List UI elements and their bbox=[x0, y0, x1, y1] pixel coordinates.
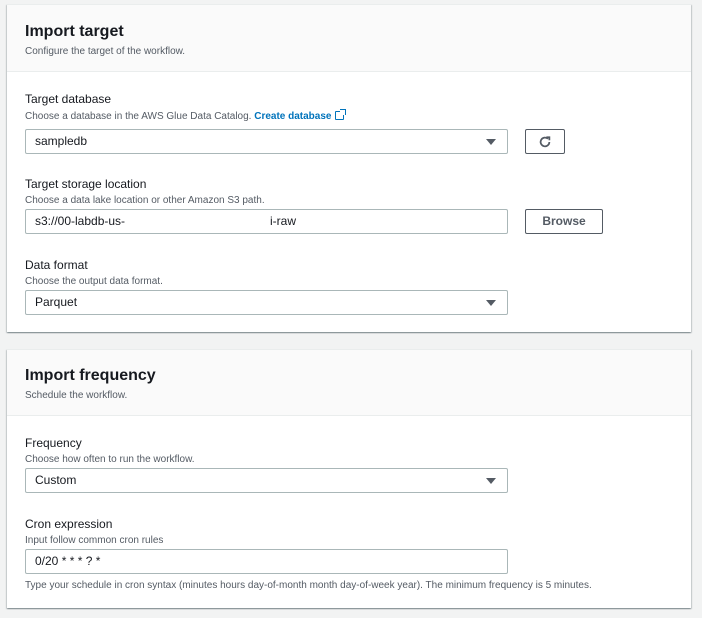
cron-hint: Type your schedule in cron syntax (minut… bbox=[25, 580, 592, 591]
target-database-field: Target database Choose a database in the… bbox=[25, 92, 347, 122]
create-database-link[interactable]: Create database bbox=[254, 109, 347, 122]
storage-location-field: Target storage location Choose a data la… bbox=[25, 177, 265, 206]
storage-location-description: Choose a data lake location or other Ama… bbox=[25, 195, 265, 206]
data-format-description: Choose the output data format. bbox=[25, 276, 163, 287]
caret-down-icon bbox=[486, 300, 496, 306]
import-target-header: Import target Configure the target of th… bbox=[7, 5, 691, 72]
data-format-label: Data format bbox=[25, 258, 88, 272]
target-database-select[interactable]: sampledb bbox=[25, 129, 508, 154]
frequency-select[interactable]: Custom bbox=[25, 468, 508, 493]
data-format-select[interactable]: Parquet bbox=[25, 290, 508, 315]
storage-location-value-end: i-raw bbox=[270, 214, 296, 228]
frequency-value: Custom bbox=[35, 473, 77, 487]
cron-description: Input follow common cron rules bbox=[25, 535, 164, 546]
refresh-button[interactable] bbox=[525, 129, 565, 154]
import-frequency-title: Import frequency bbox=[25, 367, 156, 384]
frequency-label: Frequency bbox=[25, 436, 82, 450]
import-target-title: Import target bbox=[25, 23, 124, 40]
redaction-block bbox=[150, 212, 276, 231]
storage-location-input[interactable]: s3://00-labdb-us- i-raw bbox=[25, 209, 508, 234]
target-database-label: Target database bbox=[25, 92, 112, 106]
data-format-field: Data format Choose the output data forma… bbox=[25, 258, 163, 287]
refresh-icon bbox=[539, 136, 551, 148]
browse-button[interactable]: Browse bbox=[525, 209, 603, 234]
import-frequency-header: Import frequency Schedule the workflow. bbox=[7, 350, 691, 416]
target-database-description: Choose a database in the AWS Glue Data C… bbox=[25, 109, 347, 122]
frequency-field: Frequency Choose how often to run the wo… bbox=[25, 436, 195, 465]
import-target-panel: Import target Configure the target of th… bbox=[7, 4, 691, 332]
frequency-description: Choose how often to run the workflow. bbox=[25, 454, 195, 465]
import-target-subtitle: Configure the target of the workflow. bbox=[25, 46, 186, 57]
cron-field: Cron expression Input follow common cron… bbox=[25, 517, 163, 546]
target-database-value: sampledb bbox=[35, 134, 88, 148]
caret-down-icon bbox=[486, 478, 496, 484]
storage-location-label: Target storage location bbox=[25, 177, 147, 191]
cron-input[interactable]: 0/20 * * * ? * bbox=[25, 549, 508, 574]
cron-label: Cron expression bbox=[25, 517, 113, 531]
data-format-value: Parquet bbox=[35, 295, 78, 309]
cron-value: 0/20 * * * ? * bbox=[35, 554, 101, 568]
import-frequency-panel: Import frequency Schedule the workflow. … bbox=[7, 349, 691, 608]
storage-location-value-start: s3://00-labdb-us- bbox=[35, 214, 126, 228]
external-link-icon bbox=[335, 109, 347, 120]
caret-down-icon bbox=[486, 139, 496, 145]
import-frequency-subtitle: Schedule the workflow. bbox=[25, 390, 128, 401]
